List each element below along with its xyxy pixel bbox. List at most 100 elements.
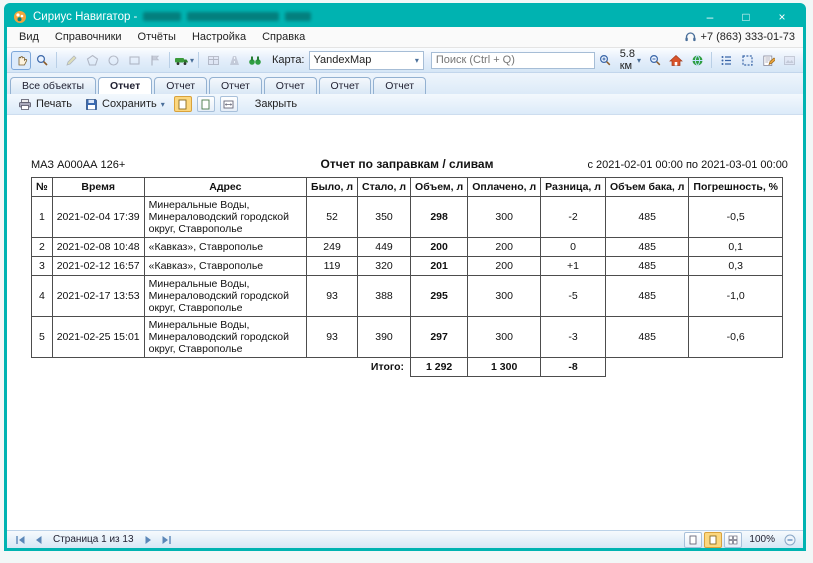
table-cell: 2021-02-04 17:39 <box>52 197 144 238</box>
table-cell: 485 <box>605 238 688 257</box>
table-row: 12021-02-04 17:39Минеральные Воды, Минер… <box>32 197 783 238</box>
circle-tool-button[interactable] <box>103 51 123 70</box>
menu-vid[interactable]: Вид <box>11 29 47 45</box>
redacted-company-text <box>285 12 311 21</box>
screen: Сириус Навигатор - – □ × Вид Справочники… <box>0 0 813 563</box>
status-view-multi-button[interactable] <box>724 532 742 548</box>
tab-report[interactable]: Отчет <box>373 77 426 94</box>
binoculars-icon <box>248 54 262 67</box>
tab-report[interactable]: Отчет <box>319 77 372 94</box>
statusbar: Страница 1 из 13 100% <box>7 530 803 548</box>
chevron-down-icon: ▾ <box>161 100 165 109</box>
zoom-in-icon <box>599 54 612 67</box>
map-label: Карта: <box>272 54 305 66</box>
menu-spravochniki[interactable]: Справочники <box>47 29 130 45</box>
maximize-button[interactable]: □ <box>731 8 761 25</box>
table-view-button[interactable] <box>203 51 223 70</box>
status-view-single-button[interactable] <box>684 532 702 548</box>
table-cell: -5 <box>541 276 606 317</box>
table-cell: 298 <box>411 197 468 238</box>
total-empty <box>605 358 782 377</box>
image-button[interactable] <box>779 51 799 70</box>
selection-frame-button[interactable] <box>737 51 757 70</box>
table-row: 42021-02-17 13:53Минеральные Воды, Минер… <box>32 276 783 317</box>
menu-spravka[interactable]: Справка <box>254 29 313 45</box>
globe-icon <box>691 54 704 67</box>
col-volume: Объем, л <box>411 178 468 197</box>
total-difference: -8 <box>541 358 606 377</box>
binoculars-button[interactable] <box>245 51 265 70</box>
prev-page-button[interactable] <box>30 533 46 547</box>
zoom-tool-button[interactable] <box>32 51 52 70</box>
view-mode-width-button[interactable] <box>220 96 238 112</box>
total-label: Итого: <box>32 358 411 377</box>
flag-tool-button[interactable] <box>145 51 165 70</box>
image-icon <box>783 54 796 67</box>
status-view-fit-button[interactable] <box>704 532 722 548</box>
close-report-button[interactable]: Закрыть <box>251 97 301 111</box>
table-cell: 300 <box>468 317 541 358</box>
route-button[interactable] <box>224 51 244 70</box>
first-page-button[interactable] <box>12 533 28 547</box>
zoom-out-icon <box>649 54 662 67</box>
table-cell: 200 <box>468 257 541 276</box>
tab-report[interactable]: Отчет <box>154 77 207 94</box>
edit-note-button[interactable] <box>758 51 778 70</box>
globe-button[interactable] <box>687 51 707 70</box>
view-mode-single-button[interactable] <box>174 96 192 112</box>
table-cell: 388 <box>358 276 411 317</box>
minimize-button[interactable]: – <box>695 8 725 25</box>
page-width-icon <box>223 99 234 110</box>
next-page-button[interactable] <box>141 533 157 547</box>
close-button[interactable]: × <box>767 8 797 25</box>
chevron-down-icon: ▾ <box>637 56 641 65</box>
home-icon <box>669 54 683 67</box>
save-button[interactable]: Сохранить ▾ <box>81 97 169 112</box>
zoom-in-button[interactable] <box>596 51 616 70</box>
rectangle-tool-button[interactable] <box>124 51 144 70</box>
tab-all-objects[interactable]: Все объекты <box>10 77 96 94</box>
table-cell: 2021-02-12 16:57 <box>52 257 144 276</box>
search-input[interactable] <box>431 52 595 69</box>
table-cell: 119 <box>307 257 358 276</box>
tab-report[interactable]: Отчет <box>264 77 317 94</box>
hand-icon <box>15 54 28 67</box>
map-select[interactable]: YandexMap ▾ <box>309 51 424 70</box>
home-button[interactable] <box>666 51 686 70</box>
list-button[interactable] <box>716 51 736 70</box>
table-cell: 3 <box>32 257 53 276</box>
table-cell: 297 <box>411 317 468 358</box>
tab-report[interactable]: Отчет <box>209 77 262 94</box>
printer-icon <box>18 98 32 111</box>
table-icon <box>207 54 220 67</box>
table-cell: -1,0 <box>689 276 783 317</box>
last-page-button[interactable] <box>159 533 175 547</box>
tabstrip: Все объекты Отчет Отчет Отчет Отчет Отче… <box>7 73 803 94</box>
vehicle-menu-button[interactable]: ▾ <box>174 51 194 70</box>
print-button[interactable]: Печать <box>14 97 76 112</box>
menu-nastroika[interactable]: Настройка <box>184 29 254 45</box>
zoom-out-button[interactable] <box>645 51 665 70</box>
rectangle-icon <box>128 54 141 67</box>
toolbar-separator <box>711 52 712 68</box>
table-row: 22021-02-08 10:48«Кавказ», Ставрополье24… <box>32 238 783 257</box>
zoom-decrease-button[interactable] <box>782 533 798 547</box>
window-title: Сириус Навигатор - <box>33 11 137 23</box>
table-cell: 485 <box>605 317 688 358</box>
table-cell: 485 <box>605 276 688 317</box>
table-cell: 2021-02-08 10:48 <box>52 238 144 257</box>
page-indicator: Страница 1 из 13 <box>53 534 134 545</box>
magnifier-icon <box>36 54 49 67</box>
map-scale-select[interactable]: 5.8 км ▾ <box>617 48 644 72</box>
tab-report-active[interactable]: Отчет <box>98 77 152 94</box>
view-mode-fit-button[interactable] <box>197 96 215 112</box>
polygon-tool-button[interactable] <box>82 51 102 70</box>
edit-map-button[interactable] <box>61 51 81 70</box>
table-cell: 320 <box>358 257 411 276</box>
report-toolbar: Печать Сохранить ▾ Закрыть <box>7 94 803 115</box>
pan-tool-button[interactable] <box>11 51 31 70</box>
table-cell: -2 <box>541 197 606 238</box>
menu-otchety[interactable]: Отчёты <box>130 29 184 45</box>
table-cell: 249 <box>307 238 358 257</box>
table-cell: Минеральные Воды, Минераловодский городс… <box>144 317 306 358</box>
